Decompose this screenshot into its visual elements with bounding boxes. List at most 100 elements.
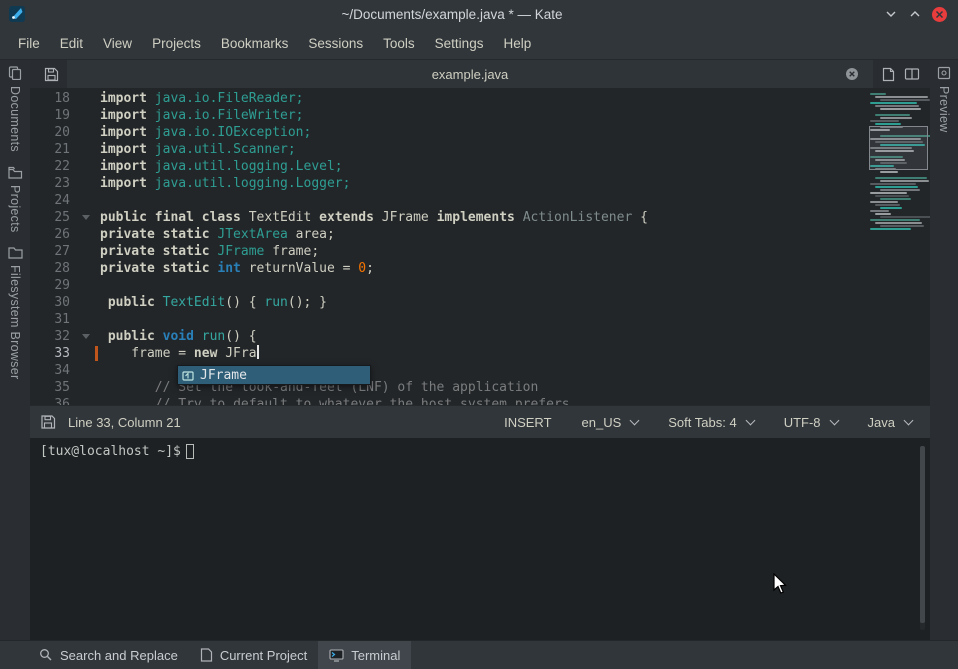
tab-bar: example.java: [30, 60, 930, 88]
new-document-icon[interactable]: [881, 67, 896, 82]
menu-projects[interactable]: Projects: [142, 28, 211, 59]
line-number: 29: [30, 277, 76, 294]
line-number: 25: [30, 209, 76, 226]
document-save-icon[interactable]: [36, 67, 67, 82]
code-text[interactable]: private static int returnValue = 0;: [100, 260, 868, 277]
line-number: 23: [30, 175, 76, 192]
text-cursor: [257, 345, 259, 359]
minimap-line: [880, 171, 898, 173]
minimap-line: [880, 117, 912, 119]
tab-close-icon[interactable]: [845, 67, 859, 81]
titlebar[interactable]: ~/Documents/example.java * — Kate: [0, 0, 958, 28]
menu-edit[interactable]: Edit: [50, 28, 93, 59]
menu-bookmarks[interactable]: Bookmarks: [211, 28, 299, 59]
minimap-line: [880, 99, 930, 101]
minimap-line: [880, 189, 920, 191]
left-sidebar: Documents Projects Filesystem Browser: [0, 60, 30, 640]
line-number: 34: [30, 362, 76, 379]
menu-sessions[interactable]: Sessions: [298, 28, 373, 59]
split-view-icon[interactable]: [904, 67, 920, 81]
tab-example-java[interactable]: example.java: [67, 60, 873, 88]
minimap-line: [875, 195, 909, 197]
menu-help[interactable]: Help: [493, 28, 541, 59]
code-text[interactable]: import java.util.logging.Level;: [100, 158, 868, 175]
line-number: 33: [30, 345, 76, 362]
code-text[interactable]: [100, 192, 868, 209]
dictionary-selector[interactable]: en_US: [582, 415, 639, 430]
menu-view[interactable]: View: [93, 28, 142, 59]
code-text[interactable]: frame = new JFra: [100, 345, 868, 362]
minimap-line: [875, 213, 891, 215]
fold-marker[interactable]: [76, 209, 100, 226]
project-document-icon: [200, 648, 213, 662]
terminal-icon: [329, 649, 344, 662]
code-line: 23 import java.util.logging.Logger;: [30, 175, 868, 192]
maximize-chevron-icon[interactable]: [904, 3, 926, 25]
minimap-line: [868, 111, 898, 113]
line-number: 35: [30, 379, 76, 396]
minimize-chevron-icon[interactable]: [880, 3, 902, 25]
modified-save-icon[interactable]: [40, 414, 56, 430]
minimap-line: [870, 120, 899, 122]
minimap-line: [875, 114, 910, 116]
code-line: 34: [30, 362, 868, 379]
menu-file[interactable]: File: [8, 28, 50, 59]
terminal-panel[interactable]: [tux@localhost ~]$: [30, 438, 930, 640]
minimap[interactable]: [868, 88, 930, 405]
syntax-selector[interactable]: Java: [868, 415, 912, 430]
tool-current-project[interactable]: Current Project: [189, 641, 318, 669]
code-text[interactable]: private static JTextArea area;: [100, 226, 868, 243]
completion-class-icon: [182, 369, 194, 381]
terminal-cursor: [186, 444, 194, 459]
code-text[interactable]: import java.io.FileWriter;: [100, 107, 868, 124]
sidebar-tab-documents[interactable]: Documents: [8, 66, 22, 152]
fold-column: [76, 311, 100, 328]
sidebar-tab-preview[interactable]: Preview: [937, 66, 951, 133]
code-text[interactable]: [100, 277, 868, 294]
line-number: 18: [30, 90, 76, 107]
code-area[interactable]: 18 import java.io.FileReader; 19 import jav…: [30, 88, 868, 405]
sidebar-tab-projects[interactable]: Projects: [8, 166, 23, 233]
fold-column: [76, 294, 100, 311]
fold-column: [76, 90, 100, 107]
code-text[interactable]: import java.io.IOException;: [100, 124, 868, 141]
code-text[interactable]: import java.util.Scanner;: [100, 141, 868, 158]
minimap-line: [875, 105, 919, 107]
input-mode-indicator[interactable]: INSERT: [504, 415, 551, 430]
line-number: 19: [30, 107, 76, 124]
minimap-line: [875, 123, 901, 125]
code-text[interactable]: import java.util.logging.Logger;: [100, 175, 868, 192]
terminal-scrollbar[interactable]: [920, 446, 925, 630]
code-text[interactable]: public final class TextEdit extends JFra…: [100, 209, 868, 226]
code-line: 19 import java.io.FileWriter;: [30, 107, 868, 124]
code-text[interactable]: private static JFrame frame;: [100, 243, 868, 260]
fold-column: [76, 260, 100, 277]
completion-popup[interactable]: JFrame: [177, 365, 371, 385]
line-number: 24: [30, 192, 76, 209]
menu-settings[interactable]: Settings: [425, 28, 494, 59]
code-line: 27private static JFrame frame;: [30, 243, 868, 260]
chevron-down-icon: [745, 416, 755, 426]
code-text[interactable]: public void run() {: [100, 328, 868, 345]
tab-title: example.java: [67, 67, 873, 82]
kate-app-icon: [8, 5, 26, 23]
documents-icon: [8, 66, 22, 80]
code-line: 22import java.util.logging.Level;: [30, 158, 868, 175]
line-number: 36: [30, 396, 76, 405]
tool-terminal[interactable]: Terminal: [318, 641, 411, 669]
text-editor[interactable]: 18 import java.io.FileReader; 19 import jav…: [30, 88, 930, 405]
close-icon[interactable]: [928, 3, 950, 25]
encoding-selector[interactable]: UTF-8: [784, 415, 838, 430]
sidebar-tab-filesystem-browser[interactable]: Filesystem Browser: [8, 246, 23, 379]
minimap-line: [870, 192, 907, 194]
minimap-viewport[interactable]: [869, 126, 928, 170]
code-text[interactable]: // Try to default to whatever the host s…: [100, 396, 868, 405]
code-text[interactable]: import java.io.FileReader;: [100, 90, 868, 107]
indentation-selector[interactable]: Soft Tabs: 4: [668, 415, 753, 430]
menu-tools[interactable]: Tools: [373, 28, 425, 59]
tool-search-and-replace[interactable]: Search and Replace: [28, 641, 189, 669]
code-text[interactable]: public TextEdit() { run(); }: [100, 294, 868, 311]
code-text[interactable]: [100, 311, 868, 328]
fold-marker[interactable]: [76, 328, 100, 345]
fold-column: [76, 175, 100, 192]
